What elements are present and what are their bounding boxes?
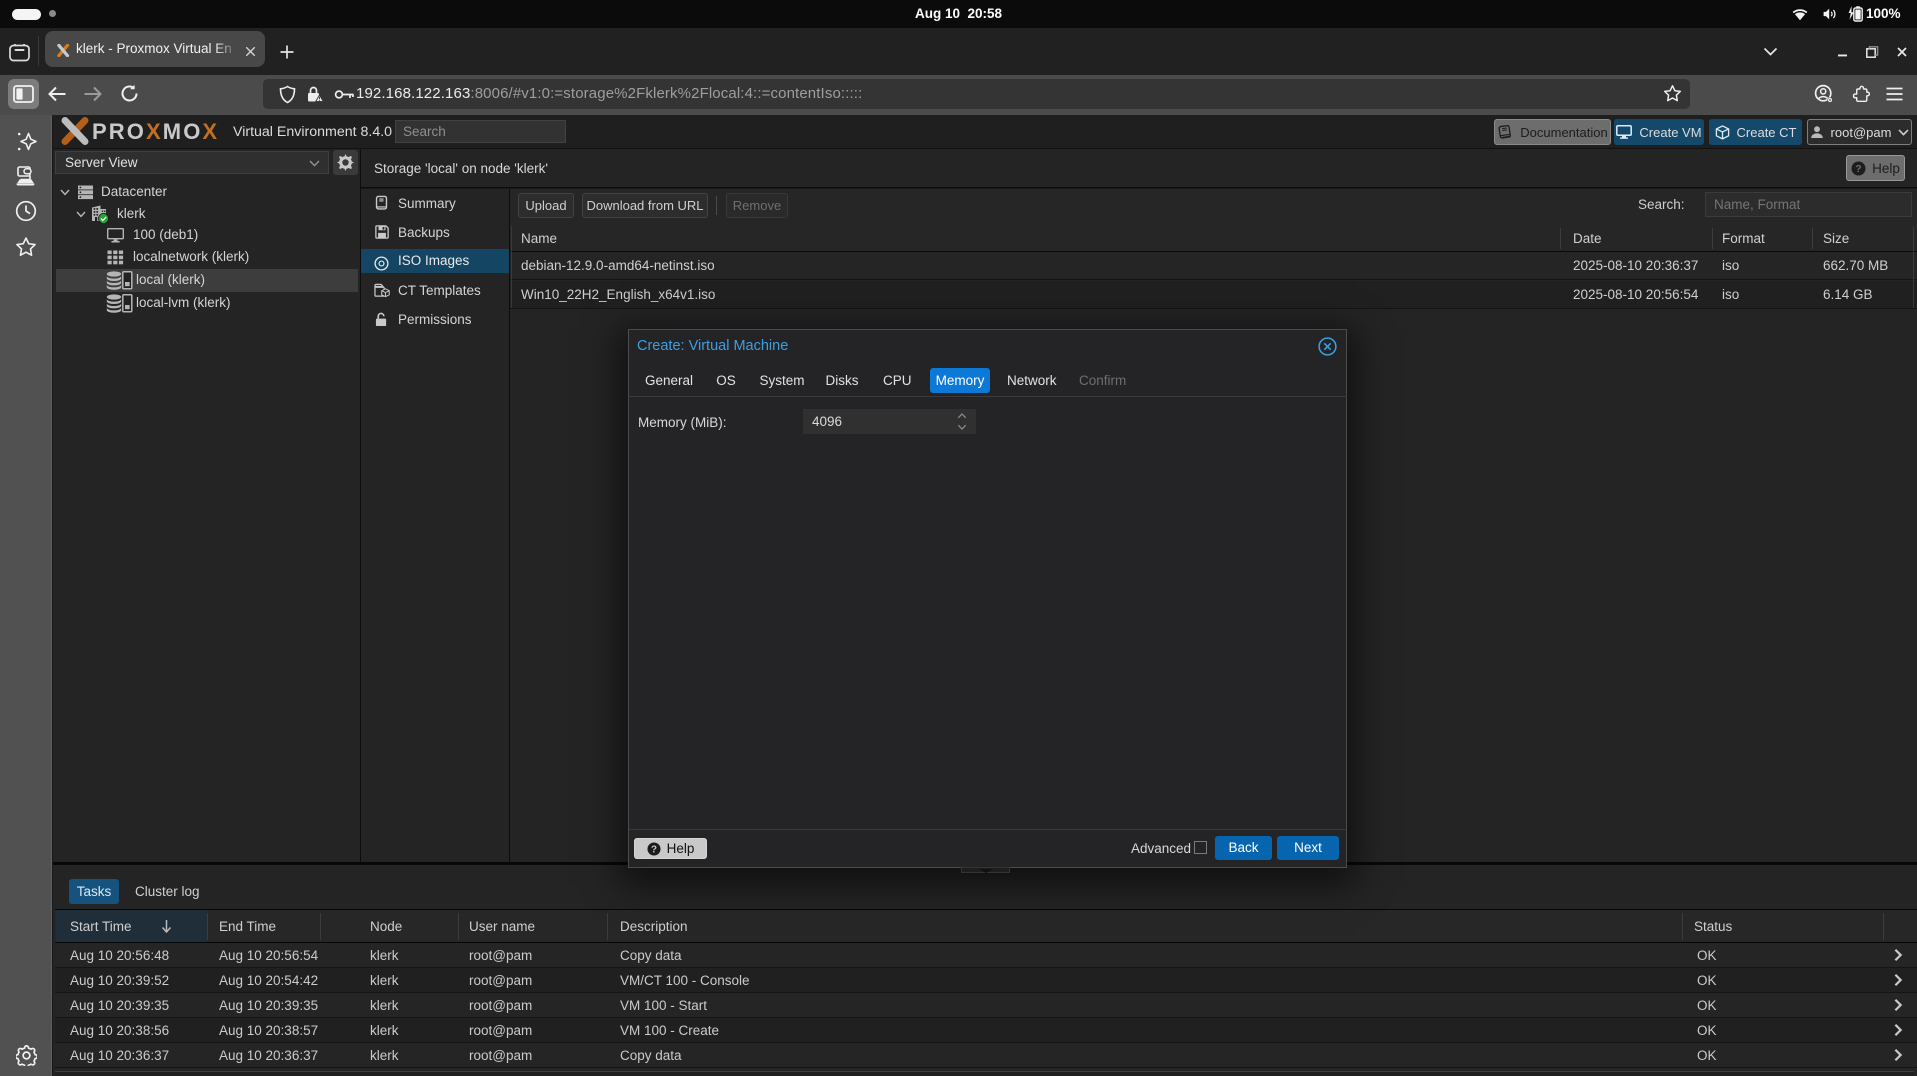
svg-text:?: ? [1855, 163, 1861, 175]
svg-text:?: ? [651, 844, 657, 855]
